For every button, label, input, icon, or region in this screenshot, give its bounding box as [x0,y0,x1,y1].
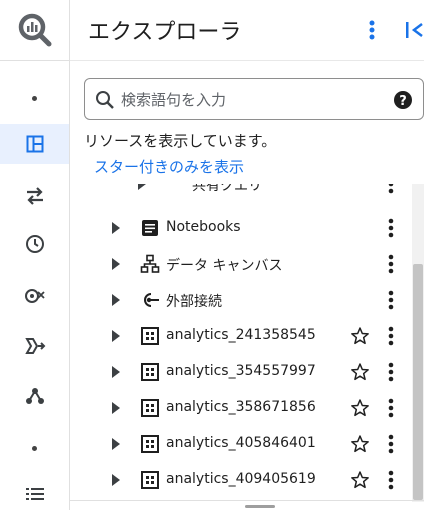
more-vert-icon[interactable] [386,361,396,383]
notebook-icon [142,220,158,236]
search-input[interactable] [121,89,381,111]
resource-tree: 共有クエリ Notebooks データ キャンバス 外部接続 analytics… [70,184,412,502]
more-vert-icon[interactable] [386,433,396,455]
star-outline-icon[interactable] [350,326,370,346]
explorer-header: エクスプローラ [70,0,424,61]
resource-status-text: リソースを表示しています。 [84,132,277,150]
collapse-panel-icon[interactable] [404,18,424,42]
dot-icon[interactable] [0,78,69,118]
star-outline-icon[interactable] [350,470,370,490]
tree-row-label: analytics_409405619 [166,471,316,487]
tree-row-dataset[interactable]: analytics_409405619 [70,462,412,498]
chevron-right-icon[interactable] [112,222,120,234]
graph-icon[interactable] [0,376,69,416]
more-vert-icon[interactable] [386,289,396,311]
chevron-right-icon[interactable] [112,294,120,306]
nav-rail [0,0,70,510]
svg-text:?: ? [399,94,407,109]
resize-handle[interactable] [245,505,275,508]
tree-row-external-connection[interactable]: 外部接続 [70,282,412,318]
rail-divider [0,60,69,61]
tree-row-notebooks[interactable]: Notebooks [70,210,412,246]
star-outline-icon[interactable] [350,362,370,382]
more-vert-icon[interactable] [386,469,396,491]
help-icon[interactable]: ? [393,90,413,114]
tree-row-label: 外部接続 [166,294,222,310]
transfer-arrows-icon[interactable] [0,176,69,216]
more-vert-icon[interactable] [364,16,380,44]
search-box: ? [84,78,424,120]
tree-row-label: データ キャンバス [166,258,283,274]
chevron-right-icon[interactable] [112,330,120,342]
tree-row-data-canvas[interactable]: データ キャンバス [70,246,412,282]
page-title: エクスプローラ [88,20,242,45]
dataset-icon [141,399,159,417]
panel-divider [70,500,424,501]
show-starred-only-link[interactable]: スター付きのみを表示 [94,156,244,177]
bigquery-logo-icon[interactable] [0,10,69,50]
dataset-icon [141,435,159,453]
star-outline-icon[interactable] [350,398,370,418]
pipeline-icon[interactable] [0,326,69,366]
tree-row-dataset[interactable]: analytics_405846401 [70,426,412,462]
search-icon [95,90,115,114]
more-vert-icon[interactable] [386,253,396,275]
more-vert-icon[interactable] [386,397,396,419]
chevron-right-icon[interactable] [138,184,146,190]
more-vert-icon[interactable] [386,325,396,347]
data-canvas-icon [140,254,160,273]
scheduled-query-icon[interactable] [0,276,69,316]
chevron-right-icon[interactable] [112,258,120,270]
chevron-right-icon[interactable] [112,402,120,414]
tree-row-partial[interactable]: 共有クエリ [70,184,412,202]
external-connection-icon [144,293,159,307]
chevron-right-icon[interactable] [112,438,120,450]
chevron-right-icon[interactable] [112,474,120,486]
dataset-icon [141,363,159,381]
scrollbar-thumb[interactable] [413,264,423,500]
history-clock-icon[interactable] [0,224,69,264]
star-outline-icon[interactable] [350,434,370,454]
shared-query-icon [166,184,186,194]
tree-row-label: analytics_405846401 [166,435,316,451]
tree-row-label: 共有クエリ [192,184,262,194]
more-vert-icon[interactable] [386,184,396,195]
dataset-icon [141,471,159,489]
explorer-panel-icon[interactable] [0,124,69,164]
tree-row-dataset[interactable]: analytics_358671856 [70,390,412,426]
dot-icon[interactable] [0,428,69,468]
tree-row-dataset[interactable]: analytics_241358545 [70,318,412,354]
dataset-icon [141,327,159,345]
list-icon[interactable] [0,474,69,514]
chevron-right-icon[interactable] [112,366,120,378]
more-vert-icon[interactable] [386,217,396,239]
tree-row-label: Notebooks [166,219,241,235]
tree-row-dataset[interactable]: analytics_354557997 [70,354,412,390]
tree-row-label: analytics_241358545 [166,327,316,343]
tree-row-label: analytics_358671856 [166,399,316,415]
tree-row-label: analytics_354557997 [166,363,316,379]
